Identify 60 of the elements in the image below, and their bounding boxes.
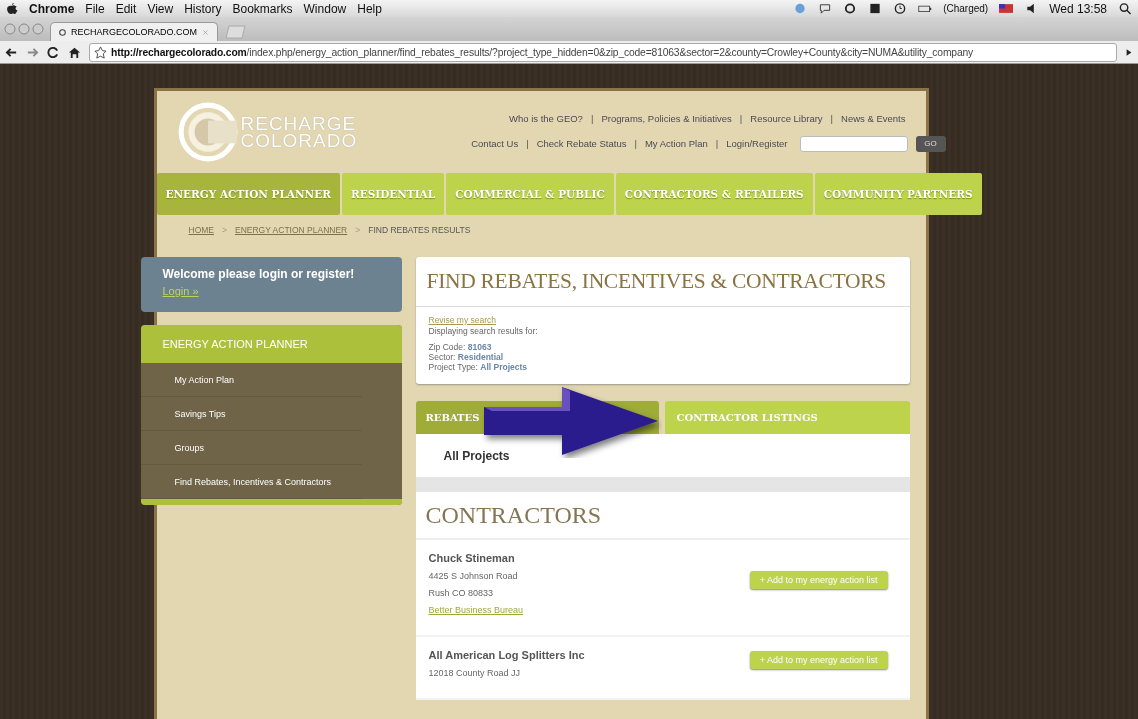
project-heading: All Projects (442, 447, 511, 465)
chat-icon[interactable] (818, 2, 833, 15)
address-line: Rush CO 80833 (428, 588, 495, 598)
header-link[interactable]: Contact Us (471, 138, 519, 149)
flag-icon[interactable] (999, 2, 1014, 15)
header-link[interactable]: Login/Register (726, 138, 788, 149)
criteria-line: Sector: Residential (428, 352, 505, 362)
header-link[interactable]: Check Rebate Status (536, 138, 627, 149)
criteria-line: Zip Code: 81063 (428, 342, 493, 352)
battery-status: (Charged) (943, 3, 989, 14)
menu-item[interactable]: Edit (115, 1, 137, 16)
welcome-text: Welcome please login or register! (162, 267, 356, 281)
sidebar-item[interactable]: My Action Plan (140, 363, 362, 397)
header-link[interactable]: Programs, Policies & Initiatives (601, 112, 732, 124)
menu-item[interactable]: Window (303, 1, 347, 16)
logo-icon (176, 101, 239, 163)
header-link[interactable]: Resource Library (750, 112, 823, 124)
menu-item[interactable]: Help (357, 1, 382, 16)
address-line: 4425 S Johnson Road (428, 571, 519, 581)
browser-tab[interactable]: RECHARGECOLORADO.COM (50, 22, 218, 41)
criteria-line: Project Type: All Projects (428, 362, 529, 372)
menu-item[interactable]: Bookmarks (232, 1, 293, 16)
header-link[interactable]: My Action Plan (644, 138, 708, 149)
link-separator: | (526, 138, 529, 149)
breadcrumb-link[interactable]: ENERGY ACTION PLANNER (234, 225, 348, 243)
link-separator: | (739, 112, 743, 124)
breadcrumb-current: FIND REBATES RESULTS (368, 225, 471, 237)
link-separator: | (715, 138, 719, 149)
sidebar-title: ENERGY ACTION PLANNER (140, 325, 402, 363)
breadcrumb-separator: > (222, 225, 227, 237)
apple-icon[interactable] (6, 2, 18, 15)
go-button[interactable]: GO (915, 135, 946, 152)
search-icon[interactable] (1118, 2, 1132, 15)
header-link[interactable]: News & Events (841, 112, 906, 124)
menu-item[interactable]: View (147, 1, 174, 16)
sidebar-item[interactable]: Groups (140, 431, 362, 465)
search-field[interactable] (799, 135, 908, 152)
breadcrumb-link[interactable]: HOME (188, 225, 214, 243)
sidebar-item[interactable]: Savings Tips (140, 397, 362, 431)
header-link[interactable]: Who is the GEO? (509, 112, 583, 124)
link-separator: | (590, 112, 594, 124)
section-heading: CONTRACTORS (415, 492, 910, 540)
menu-item[interactable]: History (184, 1, 222, 16)
contractor-name: All American Log Splitters Inc (428, 649, 585, 661)
address-bar[interactable]: http://rechargecolorado.com/index.php/energy_action_planner/find_rebates_results/?project_type_hidden=0&zip_code=81063&sector=2&county=Crowley+County&city=NUMA&utility_company (89, 42, 1117, 62)
clock[interactable]: Wed 13:58 (1049, 1, 1107, 16)
app-menu[interactable]: Chrome (29, 1, 75, 16)
address-line: 12018 County Road JJ (428, 668, 522, 678)
link-separator: | (830, 112, 834, 124)
page-title: FIND REBATES, INCENTIVES & CONTRACTORS (415, 257, 910, 307)
square-icon[interactable] (868, 2, 883, 15)
reload-icon[interactable] (47, 45, 60, 59)
results-intro: Displaying search results for: (428, 326, 539, 336)
star-icon[interactable] (94, 45, 107, 59)
link-separator: | (634, 138, 637, 149)
menu-item[interactable]: File (85, 1, 105, 16)
home-icon[interactable] (68, 45, 81, 59)
breadcrumb-separator: > (355, 225, 361, 237)
clock-icon[interactable] (893, 2, 908, 15)
contractor-name: Chuck Stineman (428, 552, 516, 564)
